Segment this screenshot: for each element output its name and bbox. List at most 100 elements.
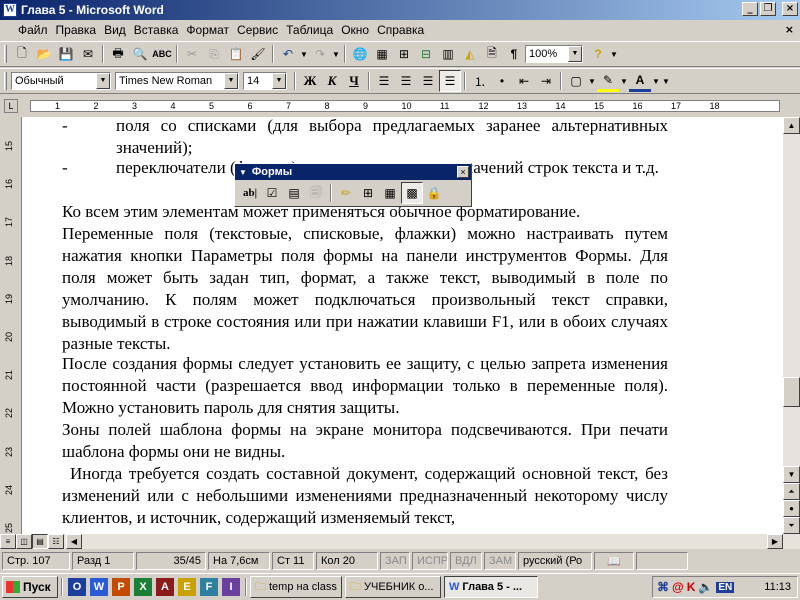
task-word-chapter5[interactable]: W Глава 5 - ... bbox=[444, 576, 538, 598]
field-options-icon[interactable]: 🗐 bbox=[305, 182, 327, 204]
photo-icon[interactable]: I bbox=[222, 578, 240, 596]
forms-toolbar[interactable]: ▼ Формы × ab| ☑ ▤ 🗐 ✏ ⊞ ▦ ▩ 🔒 bbox=[234, 163, 472, 207]
toolbar-options-icon[interactable]: ▼ bbox=[661, 70, 671, 92]
toolbar-grip[interactable] bbox=[4, 45, 7, 63]
restore-button[interactable]: ❐ bbox=[760, 2, 776, 16]
field-shading-icon[interactable]: ▩ bbox=[401, 182, 423, 204]
cut-icon[interactable]: ✂ bbox=[181, 43, 203, 65]
menu-window[interactable]: Окно bbox=[337, 23, 373, 37]
open-icon[interactable]: 📂 bbox=[33, 43, 55, 65]
vertical-scrollbar[interactable]: ▲ ⏶ ● ⏷ ▼ bbox=[783, 117, 800, 549]
chevron-down-icon[interactable]: ▼ bbox=[272, 73, 286, 89]
protect-form-icon[interactable]: 🔒 bbox=[423, 182, 445, 204]
status-record[interactable]: ЗАП bbox=[380, 552, 410, 570]
zoom-select[interactable]: 100% ▼ bbox=[525, 45, 583, 63]
explorer-icon[interactable]: E bbox=[178, 578, 196, 596]
title-bar[interactable]: W Глава 5 - Microsoft Word _ ❐ × bbox=[0, 0, 800, 20]
font-select[interactable]: Times New Roman ▼ bbox=[115, 72, 239, 90]
menu-view[interactable]: Вид bbox=[100, 23, 130, 37]
access-icon[interactable]: A bbox=[156, 578, 174, 596]
underline-button[interactable]: Ч bbox=[343, 70, 365, 92]
scroll-up-icon[interactable]: ▲ bbox=[783, 117, 800, 134]
document-paragraph[interactable]: Переменные поля (текстовые, списковые, ф… bbox=[62, 223, 668, 355]
tab-selector[interactable]: L bbox=[4, 99, 18, 113]
columns-icon[interactable]: ▥ bbox=[437, 43, 459, 65]
undo-dropdown-icon[interactable]: ▼ bbox=[299, 43, 309, 65]
toolbar-options-icon[interactable]: ▼ bbox=[239, 168, 247, 177]
close-button[interactable]: × bbox=[782, 2, 798, 16]
menu-edit[interactable]: Правка bbox=[52, 23, 101, 37]
ruler-strip[interactable]: 1 2 3 4 5 6 7 8 9 10 11 12 13 14 15 16 17 18 bbox=[30, 100, 780, 112]
frontpage-icon[interactable]: F bbox=[200, 578, 218, 596]
powerpoint-icon[interactable]: P bbox=[112, 578, 130, 596]
previous-page-icon[interactable]: ⏶ bbox=[783, 483, 800, 500]
save-icon[interactable]: 💾 bbox=[55, 43, 77, 65]
horizontal-ruler[interactable]: L 1 2 3 4 5 6 7 8 9 10 11 12 13 14 15 16 17 18 bbox=[0, 96, 800, 116]
word-app-icon[interactable]: W bbox=[3, 3, 17, 17]
word-icon[interactable]: W bbox=[90, 578, 108, 596]
dropdown-field-icon[interactable]: ▤ bbox=[283, 182, 305, 204]
copy-icon[interactable]: ⎘ bbox=[203, 43, 225, 65]
menu-insert[interactable]: Вставка bbox=[130, 23, 183, 37]
decrease-indent-icon[interactable]: ⇤ bbox=[513, 70, 535, 92]
insert-frame-icon[interactable]: ▦ bbox=[379, 182, 401, 204]
web-view-icon[interactable]: ◫ bbox=[16, 534, 32, 549]
show-formatting-icon[interactable]: ¶ bbox=[503, 43, 525, 65]
print-layout-icon[interactable]: ▤ bbox=[32, 534, 48, 549]
document-close-icon[interactable]: × bbox=[785, 23, 794, 36]
bold-button[interactable]: Ж bbox=[299, 70, 321, 92]
status-language[interactable]: русский (Ро bbox=[518, 552, 592, 570]
increase-indent-icon[interactable]: ⇥ bbox=[535, 70, 557, 92]
start-button[interactable]: Пуск bbox=[2, 576, 58, 598]
menu-file[interactable]: Файл bbox=[14, 23, 52, 37]
next-page-icon[interactable]: ⏷ bbox=[783, 517, 800, 534]
status-extend[interactable]: ВДЛ bbox=[450, 552, 482, 570]
document-paragraph[interactable]: поля со списками (для выбора предлагаемы… bbox=[116, 117, 668, 159]
excel-icon[interactable]: X bbox=[134, 578, 152, 596]
status-track[interactable]: ИСПР bbox=[412, 552, 448, 570]
insert-table-icon[interactable]: ⊞ bbox=[357, 182, 379, 204]
forms-close-button[interactable]: × bbox=[457, 166, 469, 178]
minimize-button[interactable]: _ bbox=[742, 2, 758, 16]
kaspersky-icon[interactable]: K bbox=[687, 580, 696, 594]
chevron-down-icon[interactable]: ▼ bbox=[224, 73, 238, 89]
redo-dropdown-icon[interactable]: ▼ bbox=[331, 43, 341, 65]
new-document-icon[interactable]: 🗋 bbox=[11, 43, 33, 65]
menu-help[interactable]: Справка bbox=[373, 23, 428, 37]
justify-icon[interactable]: ☰ bbox=[439, 70, 461, 92]
font-color-icon[interactable]: A bbox=[629, 70, 651, 92]
spelling-icon[interactable]: ABC bbox=[151, 43, 173, 65]
print-icon[interactable]: 🖶 bbox=[107, 43, 129, 65]
align-center-icon[interactable]: ☰ bbox=[395, 70, 417, 92]
email-icon[interactable]: ✉ bbox=[77, 43, 99, 65]
volume-icon[interactable]: 🔈 bbox=[698, 580, 713, 594]
font-size-select[interactable]: 14 ▼ bbox=[243, 72, 287, 90]
spelling-status-icon[interactable]: 📖 bbox=[594, 552, 634, 570]
text-field-icon[interactable]: ab| bbox=[239, 182, 261, 204]
outlook-icon[interactable]: O bbox=[68, 578, 86, 596]
scroll-thumb[interactable] bbox=[783, 377, 800, 407]
outline-view-icon[interactable]: ☷ bbox=[48, 534, 64, 549]
toolbar-grip[interactable] bbox=[4, 72, 7, 90]
undo-icon[interactable]: ↶ bbox=[277, 43, 299, 65]
highlight-icon[interactable]: ✎ bbox=[597, 70, 619, 92]
help-icon[interactable]: ? bbox=[587, 43, 609, 65]
paste-icon[interactable]: 📋 bbox=[225, 43, 247, 65]
menu-table[interactable]: Таблица bbox=[282, 23, 337, 37]
forms-toolbar-titlebar[interactable]: ▼ Формы bbox=[235, 164, 471, 180]
numbering-icon[interactable]: ⒈ bbox=[469, 70, 491, 92]
horizontal-scrollbar[interactable]: ≡ ◫ ▤ ☷ ◀ ▶ bbox=[0, 534, 783, 549]
bullets-icon[interactable]: • bbox=[491, 70, 513, 92]
chevron-down-icon[interactable]: ▼ bbox=[96, 73, 110, 89]
highlight-dropdown-icon[interactable]: ▼ bbox=[619, 70, 629, 92]
tables-borders-icon[interactable]: ▦ bbox=[371, 43, 393, 65]
browse-object-icon[interactable]: ● bbox=[783, 500, 800, 517]
borders-dropdown-icon[interactable]: ▼ bbox=[587, 70, 597, 92]
redo-icon[interactable]: ↷ bbox=[309, 43, 331, 65]
menu-tools[interactable]: Сервис bbox=[233, 23, 282, 37]
insert-excel-icon[interactable]: ⊟ bbox=[415, 43, 437, 65]
insert-table-icon[interactable]: ⊞ bbox=[393, 43, 415, 65]
document-map-icon[interactable]: 🗎 bbox=[481, 43, 503, 65]
document-paragraph[interactable]: После создания формы следует установить … bbox=[62, 353, 668, 419]
language-indicator[interactable]: EN bbox=[716, 581, 735, 593]
